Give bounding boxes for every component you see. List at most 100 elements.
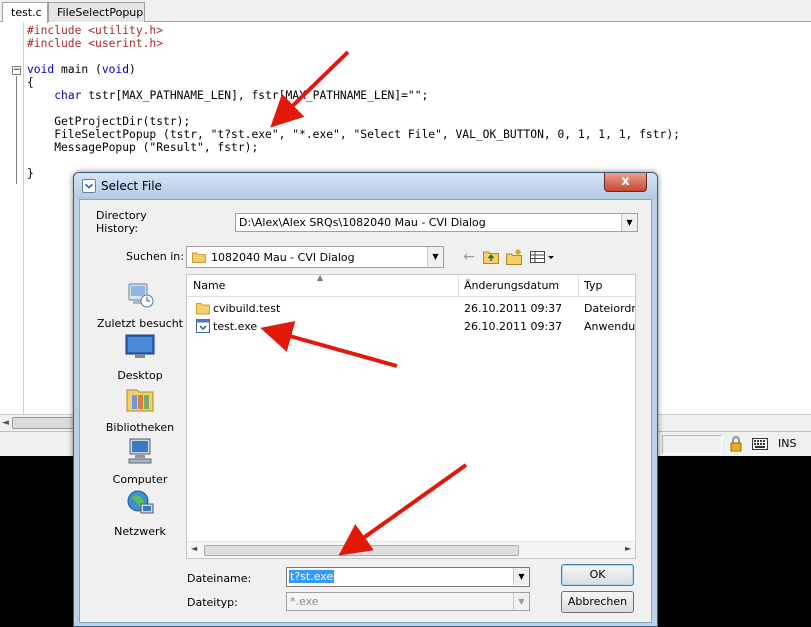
place-libraries[interactable]: Bibliotheken (95, 384, 185, 434)
libraries-icon (126, 389, 154, 412)
file-date: 26.10.2011 09:37 (464, 320, 563, 333)
filetype-label: Dateityp: (187, 596, 238, 609)
code-line[interactable]: void main (void) (27, 63, 680, 76)
code-line[interactable] (27, 50, 680, 63)
code-line[interactable]: #include <userint.h> (27, 37, 680, 50)
code-token: #include (27, 37, 89, 50)
folder-icon (192, 252, 206, 263)
directory-history-label: Directory History: (96, 209, 147, 235)
code-line[interactable]: { (27, 76, 680, 89)
code-line[interactable] (27, 154, 680, 167)
code-line[interactable] (27, 102, 680, 115)
recent-places-icon (128, 283, 154, 308)
column-divider[interactable] (458, 275, 459, 297)
code-token: main ( (54, 63, 102, 76)
look-in-label: Suchen in: (126, 250, 184, 263)
filename-label: Dateiname: (187, 572, 252, 585)
code-line[interactable]: char tstr[MAX_PATHNAME_LEN], fstr[MAX_PA… (27, 89, 680, 102)
directory-history-combo[interactable]: D:\Alex\Alex SRQs\1082040 Mau - CVI Dial… (235, 213, 638, 232)
code-token: <userint.h> (88, 37, 164, 50)
code-token: FileSelectPopup (tstr, "t?st.exe", "*.ex… (27, 128, 680, 141)
dialog-title: Select File (101, 179, 162, 193)
place-label: Bibliotheken (105, 421, 175, 434)
filename-input[interactable]: t?st.exe ▼ (286, 567, 530, 587)
dialog-body: Directory History: D:\Alex\Alex SRQs\108… (79, 199, 652, 623)
place-recent[interactable]: Zuletzt besucht (95, 280, 185, 330)
scroll-left-arrow-icon[interactable]: ◄ (191, 544, 197, 553)
file-type: Dateiordn (584, 302, 636, 315)
place-label: Desktop (117, 369, 163, 382)
place-desktop[interactable]: Desktop (95, 332, 185, 382)
code-token: char (54, 89, 82, 102)
code-token: void (101, 63, 130, 76)
place-label: Netzwerk (114, 525, 166, 538)
column-divider[interactable] (578, 275, 579, 297)
tab-test-c[interactable]: test.c (2, 2, 48, 23)
tab-fileselectpopup[interactable]: FileSelectPopup (48, 2, 145, 22)
chevron-down-icon[interactable]: ▼ (513, 568, 529, 585)
up-folder-icon[interactable] (482, 248, 500, 266)
close-button[interactable]: x (604, 173, 647, 192)
editor-tab-bar: test.c FileSelectPopup (0, 0, 811, 23)
code-line[interactable]: #include <utility.h> (27, 24, 680, 37)
filetype-combo[interactable]: *.exe ▼ (286, 592, 530, 611)
ok-button[interactable]: OK (561, 564, 634, 586)
code-token: GetProjectDir(tstr); (27, 115, 191, 128)
file-type: Anwendu (584, 320, 636, 333)
code-line[interactable]: MessagePopup ("Result", fstr); (27, 141, 680, 154)
view-menu-icon[interactable] (529, 248, 555, 266)
column-header-date[interactable]: Änderungsdatum (464, 279, 559, 292)
filename-value: t?st.exe (289, 570, 335, 583)
directory-history-value: D:\Alex\Alex SRQs\1082040 Mau - CVI Dial… (239, 216, 486, 229)
select-file-dialog: Select File x Directory History: D:\Alex… (73, 172, 658, 627)
code-token: <utility.h> (88, 24, 164, 37)
look-in-value: 1082040 Mau - CVI Dialog (211, 251, 355, 264)
scrollbar-thumb[interactable] (204, 545, 519, 556)
computer-icon (128, 438, 152, 464)
code-token: tstr[MAX_PATHNAME_LEN], fstr[MAX_PATHNAM… (81, 89, 429, 102)
sort-ascending-icon: ▲ (317, 274, 324, 282)
column-header-type[interactable]: Typ (584, 279, 603, 292)
lock-icon (730, 436, 742, 452)
filetype-value: *.exe (290, 595, 319, 608)
place-computer[interactable]: Computer (95, 436, 185, 486)
look-in-combo[interactable]: 1082040 Mau - CVI Dialog ▼ (186, 246, 444, 268)
code-token: ) (129, 63, 136, 76)
chevron-down-icon[interactable]: ▼ (621, 214, 637, 231)
dialog-titlebar[interactable]: Select File x (74, 173, 657, 199)
scroll-left-arrow-icon[interactable]: ◄ (2, 418, 9, 428)
exe-file-icon (196, 319, 210, 333)
file-list[interactable]: ▲ Name Änderungsdatum Typ cvibuild.test … (186, 274, 636, 559)
code-line[interactable]: GetProjectDir(tstr); (27, 115, 680, 128)
new-folder-icon[interactable] (505, 248, 523, 266)
column-header-name[interactable]: Name (193, 279, 225, 292)
code-area[interactable]: #include <utility.h> #include <userint.h>… (27, 24, 680, 180)
dialog-app-icon (82, 179, 96, 193)
chevron-down-icon[interactable]: ▼ (513, 593, 529, 610)
desktop-icon (125, 334, 155, 358)
status-cell (662, 435, 722, 454)
folder-icon (196, 303, 210, 315)
code-token: { (27, 76, 34, 89)
code-line[interactable]: FileSelectPopup (tstr, "t?st.exe", "*.ex… (27, 128, 680, 141)
network-icon (127, 490, 154, 514)
code-token: #include (27, 24, 89, 37)
scroll-right-arrow-icon[interactable]: ► (625, 544, 631, 553)
back-arrow-icon[interactable]: ← (460, 248, 478, 266)
ins-indicator: INS (778, 437, 797, 450)
editor-gutter (0, 22, 24, 414)
file-row-cvibuild[interactable]: cvibuild.test 26.10.2011 09:37 Dateiordn (187, 299, 636, 317)
chevron-down-icon[interactable]: ▼ (427, 247, 443, 267)
keyboard-icon (752, 438, 768, 450)
file-list-header: ▲ Name Änderungsdatum Typ (187, 274, 635, 297)
place-network[interactable]: Netzwerk (95, 488, 185, 538)
cancel-button[interactable]: Abbrechen (561, 591, 634, 613)
place-label: Zuletzt besucht (96, 317, 183, 330)
file-name: test.exe (213, 320, 258, 333)
fold-toggle-icon[interactable]: − (12, 66, 21, 75)
file-list-horizontal-scrollbar[interactable]: ◄ ► (187, 541, 635, 558)
file-row-test-exe[interactable]: test.exe 26.10.2011 09:37 Anwendu (187, 317, 636, 335)
code-token: void (27, 63, 55, 76)
file-date: 26.10.2011 09:37 (464, 302, 563, 315)
